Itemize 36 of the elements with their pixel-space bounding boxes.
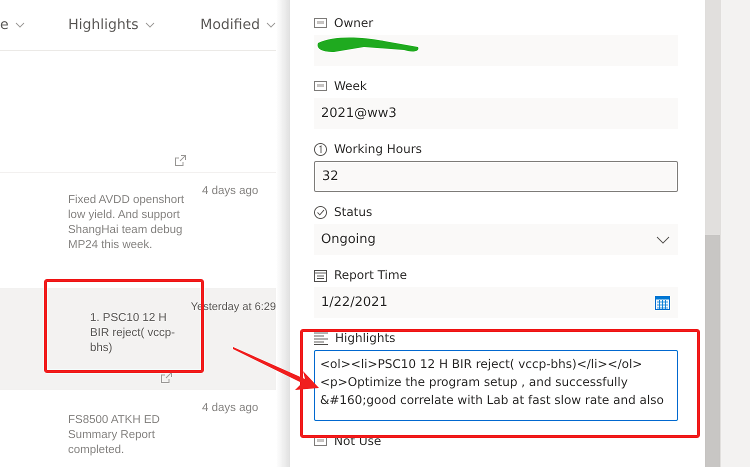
highlights-text: FS8500 ATKH ED Summary Report completed. <box>68 413 161 458</box>
date-field[interactable]: 1/22/2021 <box>314 287 678 318</box>
status-dropdown[interactable]: Ongoing <box>314 224 678 255</box>
open-in-new-icon[interactable] <box>175 155 186 166</box>
list-row[interactable]: FS8500 ATKH ED Summary Report completed. 4 days ago <box>0 390 276 467</box>
highlights-text: Fixed AVDD openshort low yield. And support ShangHai team debug MP24 this week. <box>68 193 186 253</box>
text-field-icon <box>314 436 327 446</box>
column-header[interactable]: Highlights <box>68 17 139 33</box>
highlights-textarea[interactable]: <ol><li>PSC10 12 H BIR reject( vccp-bhs)</li></ol><p>Optimize the program setup , and successfully &#160;good correlate with Lab at fast slow rate and also <box>314 350 678 421</box>
highlights-text: 1. PSC10 12 H BIR reject( vccp-bhs) <box>89 311 176 356</box>
field-label: Working Hours <box>334 142 422 156</box>
field-label: Status <box>334 205 372 219</box>
input-field[interactable]: 32 <box>314 161 678 192</box>
field-label: Report Time <box>334 268 407 282</box>
multiline-text-icon <box>314 332 328 344</box>
chevron-down-icon[interactable] <box>656 236 670 244</box>
chevron-down-icon <box>14 22 25 28</box>
text-field[interactable] <box>314 35 678 66</box>
calendar-icon <box>314 268 327 282</box>
field-label: Owner <box>334 16 374 30</box>
check-circle-icon <box>314 206 327 218</box>
text-field[interactable]: 2021@ww3 <box>314 98 678 129</box>
chevron-down-icon <box>144 22 155 28</box>
modified-text: 4 days ago <box>202 185 258 197</box>
column-header[interactable]: Modified <box>200 17 260 33</box>
column-header[interactable]: e <box>0 17 9 33</box>
scrollbar-thumb[interactable] <box>705 235 720 467</box>
field-label: Highlights <box>335 331 396 345</box>
number-circle-icon <box>314 142 327 156</box>
text-field-icon <box>314 18 327 28</box>
chevron-down-icon <box>266 22 276 28</box>
calendar-icon[interactable] <box>655 296 670 310</box>
field-label: Week <box>334 79 367 93</box>
text-field-icon <box>314 81 327 91</box>
modified-text: 4 days ago <box>202 402 258 414</box>
open-in-new-icon[interactable] <box>160 372 172 383</box>
